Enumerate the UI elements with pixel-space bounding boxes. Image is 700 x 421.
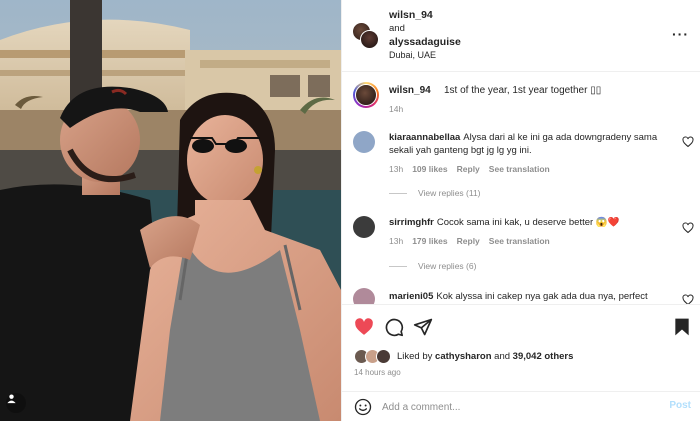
author-username[interactable]: wilsn_94	[389, 9, 433, 21]
caption-avatar[interactable]	[353, 82, 379, 108]
reply-button[interactable]: Reply	[457, 164, 480, 174]
liked-by-text: Liked by cathysharon and 39,042 others	[397, 351, 573, 362]
comment-meta: 13h 109 likes Reply See translation	[389, 164, 550, 174]
avatar[interactable]	[360, 30, 379, 49]
comment-username[interactable]: sirrimghfr	[389, 217, 434, 228]
instagram-post-modal: wilsn_94 and alyssadaguise Dubai, UAE ··…	[0, 0, 700, 421]
comment-text: Cocok sama ini kak, u deserve better	[436, 217, 594, 228]
comment-meta: 13h 179 likes Reply See translation	[389, 236, 550, 246]
comment-avatar[interactable]	[353, 216, 375, 238]
reply-button[interactable]: Reply	[457, 236, 480, 246]
liked-by-prefix: Liked by	[397, 351, 436, 362]
view-replies-label: View replies (11)	[418, 188, 481, 198]
post-header: wilsn_94 and alyssadaguise Dubai, UAE ··…	[342, 0, 700, 72]
caption-time[interactable]: 14h	[389, 104, 403, 114]
see-translation-button[interactable]: See translation	[489, 164, 550, 174]
post-actions: Liked by cathysharon and 39,042 others 1…	[342, 304, 700, 391]
tagged-people-button[interactable]	[6, 393, 26, 413]
post-photo[interactable]	[0, 0, 341, 421]
comment-avatar[interactable]	[353, 288, 375, 304]
photo-illustration	[0, 0, 341, 421]
more-horizontal-icon[interactable]: ···	[672, 26, 689, 42]
and-text: and	[389, 23, 405, 34]
comment-time[interactable]: 13h	[389, 236, 403, 246]
comment-body: kiaraannabellaa Alysa dari al ke ini ga a…	[389, 131, 671, 157]
comment-likes[interactable]: 179 likes	[412, 236, 447, 246]
comment-input[interactable]	[382, 398, 652, 416]
heart-outline-icon[interactable]	[682, 294, 694, 304]
liked-by-avatars[interactable]	[354, 349, 394, 365]
liked-by-user[interactable]: cathysharon	[435, 351, 492, 362]
comment-time[interactable]: 13h	[389, 164, 403, 174]
post-comment-button[interactable]: Post	[669, 400, 691, 411]
caption-username[interactable]: wilsn_94	[389, 85, 431, 96]
comment-composer: Post	[342, 391, 700, 421]
caption-text: 1st of the year, 1st year together ▯▯	[444, 85, 602, 96]
collaborator-username[interactable]: alyssadaguise	[389, 36, 461, 48]
user-tag-icon	[7, 394, 16, 404]
bookmark-icon[interactable]	[672, 317, 692, 337]
comments-list[interactable]: wilsn_94 1st of the year, 1st year toget…	[342, 72, 700, 304]
comment-body: marieni05 Kok alyssa ini cakep nya gak ad…	[389, 290, 671, 303]
view-replies-button[interactable]: View replies (6)	[389, 261, 476, 271]
heart-filled-icon[interactable]	[354, 317, 374, 337]
comment-body: sirrimghfr Cocok sama ini kak, u deserve …	[389, 216, 671, 229]
heart-outline-icon[interactable]	[682, 136, 694, 148]
view-replies-label: View replies (6)	[418, 261, 477, 271]
see-translation-button[interactable]: See translation	[489, 236, 550, 246]
emoji-icon[interactable]	[354, 398, 372, 416]
comment-username[interactable]: marieni05	[389, 291, 433, 302]
comment-emoji: 😱❤️	[595, 217, 620, 228]
post-side-panel: wilsn_94 and alyssadaguise Dubai, UAE ··…	[341, 0, 700, 421]
comment-text: Kok alyssa ini cakep nya gak ada dua nya…	[436, 291, 648, 302]
liked-by-middle: and	[491, 351, 513, 362]
comment-avatar[interactable]	[353, 131, 375, 153]
location-link[interactable]: Dubai, UAE	[389, 50, 436, 60]
avatar	[376, 349, 391, 364]
post-timestamp[interactable]: 14 hours ago	[354, 368, 401, 377]
likes-count-button[interactable]: 39,042 others	[513, 351, 574, 362]
view-replies-button[interactable]: View replies (11)	[389, 188, 481, 198]
comment-username[interactable]: kiaraannabellaa	[389, 132, 460, 143]
collab-avatars[interactable]	[352, 22, 380, 50]
share-icon[interactable]	[413, 317, 433, 337]
comment-likes[interactable]: 109 likes	[412, 164, 447, 174]
comment-icon[interactable]	[384, 317, 404, 337]
heart-outline-icon[interactable]	[682, 222, 694, 234]
